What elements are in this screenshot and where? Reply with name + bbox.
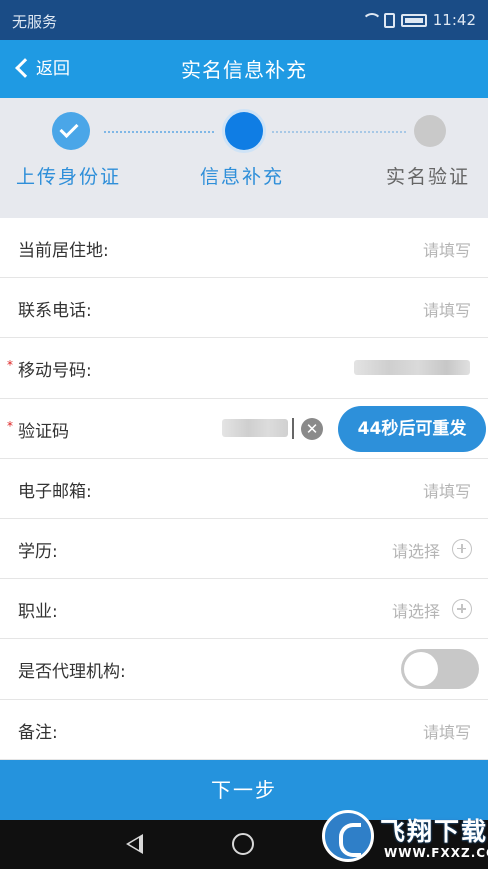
mobile-input[interactable] bbox=[354, 360, 470, 376]
code-row[interactable]: * 验证码 ✕ 44秒后可重发 bbox=[0, 399, 488, 459]
nav-back-icon[interactable] bbox=[126, 834, 143, 854]
sim-icon bbox=[383, 12, 395, 28]
agency-label: 是否代理机构: bbox=[18, 662, 126, 683]
phone-input[interactable]: 请填写 bbox=[423, 297, 471, 321]
app-bar: 返回 实名信息补充 bbox=[0, 40, 488, 98]
mobile-label: 移动号码: bbox=[18, 361, 92, 382]
add-circle-icon[interactable] bbox=[452, 599, 472, 620]
required-mark: * bbox=[7, 418, 13, 433]
add-circle-icon[interactable] bbox=[452, 538, 472, 559]
agency-toggle[interactable] bbox=[401, 649, 479, 690]
education-label: 学历: bbox=[18, 541, 58, 562]
code-input[interactable] bbox=[222, 418, 288, 437]
education-select[interactable]: 请选择 bbox=[392, 538, 440, 562]
watermark: 飞翔下载 WWW.FXXZ.COM bbox=[318, 806, 488, 869]
email-input[interactable]: 请填写 bbox=[423, 478, 471, 502]
step-label-verify: 实名验证 bbox=[386, 166, 471, 188]
occupation-row[interactable]: 职业: 请选择 bbox=[0, 579, 488, 640]
watermark-logo-icon bbox=[322, 810, 374, 862]
status-bar: 无服务 11:42 bbox=[0, 0, 488, 40]
carrier-text: 无服务 bbox=[12, 13, 58, 31]
step-connector bbox=[104, 131, 214, 133]
clear-icon[interactable]: ✕ bbox=[301, 417, 323, 440]
status-time: 11:42 bbox=[432, 11, 476, 29]
watermark-url: WWW.FXXZ.COM bbox=[384, 846, 488, 860]
remarks-input[interactable]: 请填写 bbox=[423, 719, 471, 743]
nav-home-icon[interactable] bbox=[232, 833, 254, 855]
text-cursor bbox=[292, 417, 294, 439]
occupation-label: 职业: bbox=[18, 602, 58, 623]
wifi-icon bbox=[361, 13, 382, 27]
step-current-dot bbox=[225, 112, 263, 150]
email-row[interactable]: 电子邮箱: 请填写 bbox=[0, 459, 488, 519]
step-done-dot bbox=[52, 112, 90, 150]
phone-label: 联系电话: bbox=[18, 301, 92, 322]
education-row[interactable]: 学历: 请选择 bbox=[0, 519, 488, 580]
toggle-knob bbox=[404, 652, 438, 687]
email-label: 电子邮箱: bbox=[18, 481, 92, 502]
residence-row[interactable]: 当前居住地: 请填写 bbox=[0, 218, 488, 279]
status-icons: 11:42 bbox=[361, 11, 476, 29]
step-connector bbox=[272, 131, 406, 133]
residence-label: 当前居住地: bbox=[18, 241, 109, 261]
required-mark: * bbox=[7, 358, 13, 373]
occupation-select[interactable]: 请选择 bbox=[392, 598, 440, 622]
resend-code-button[interactable]: 44秒后可重发 bbox=[338, 405, 486, 452]
step-label-upload-id: 上传身份证 bbox=[16, 166, 122, 188]
phone-row[interactable]: 联系电话: 请填写 bbox=[0, 278, 488, 339]
step-indicator: 上传身份证 信息补充 实名验证 bbox=[0, 98, 488, 316]
residence-input[interactable]: 请填写 bbox=[423, 237, 471, 261]
remarks-row[interactable]: 备注: 请填写 bbox=[0, 700, 488, 760]
info-form: 当前居住地: 请填写 联系电话: 请填写 * 移动号码: * 验证码 ✕ 44秒… bbox=[0, 218, 488, 760]
page-title: 实名信息补充 bbox=[181, 58, 307, 82]
remarks-label: 备注: bbox=[18, 722, 58, 743]
check-icon bbox=[59, 118, 79, 139]
step-pending-dot bbox=[414, 115, 446, 147]
watermark-name: 飞翔下载 bbox=[380, 817, 488, 846]
agency-row: 是否代理机构: bbox=[0, 639, 488, 700]
step-label-info: 信息补充 bbox=[200, 166, 285, 188]
mobile-row[interactable]: * 移动号码: bbox=[0, 338, 488, 399]
battery-icon bbox=[400, 13, 427, 27]
code-label: 验证码 bbox=[18, 421, 69, 442]
